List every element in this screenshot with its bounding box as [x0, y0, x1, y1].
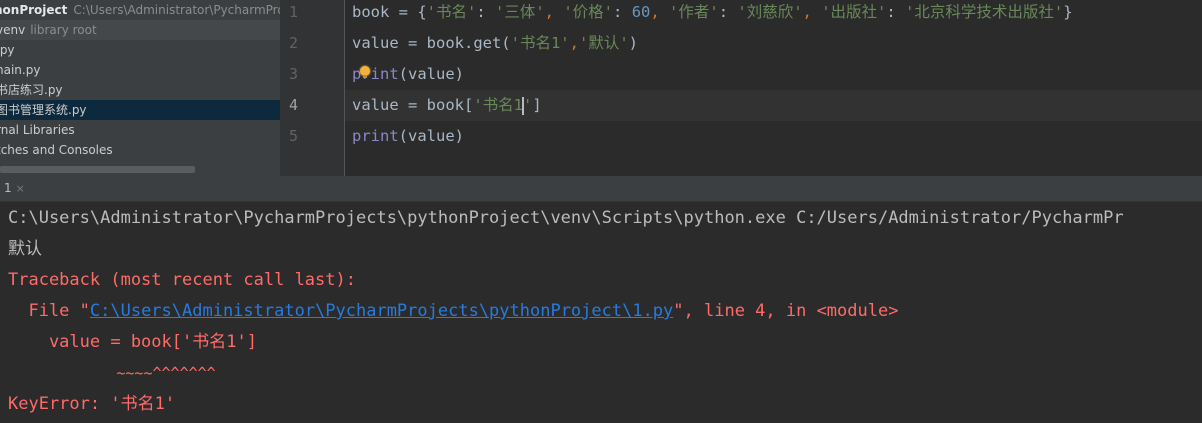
traceback-file-link[interactable]: C:\Users\Administrator\PycharmProjects\p… — [90, 301, 673, 321]
tree-item-file[interactable]: .py — [0, 40, 280, 60]
run-tab-bar: 1 × — [0, 176, 1202, 202]
tree-item-project-root[interactable]: honProject C:\Users\Administrator\Pycharm… — [0, 0, 280, 20]
lightbulb-icon[interactable] — [360, 66, 370, 78]
tree-item-external-libraries[interactable]: rnal Libraries — [0, 120, 280, 140]
tree-item-label: .py — [0, 43, 15, 57]
traceback-file-line: File "C:\Users\Administrator\PycharmProj… — [8, 296, 898, 327]
code-token: book — [352, 3, 390, 21]
console-command-line: C:\Users\Administrator\PycharmProjects\p… — [8, 208, 1124, 228]
code-token: (value) — [398, 127, 464, 145]
editor-gutter[interactable]: 1 2 3 4 5 — [280, 0, 344, 176]
code-line-3[interactable]: print(value) — [345, 59, 1202, 90]
code-token: '价格' — [563, 3, 614, 21]
code-token: print — [352, 65, 399, 83]
tree-item-label: rnal Libraries — [0, 123, 75, 137]
code-token: value = book.get( — [352, 34, 511, 52]
run-tab[interactable]: 1 × — [0, 176, 25, 201]
code-token: '北京科学技术出版社' — [905, 3, 1064, 21]
close-icon[interactable]: × — [16, 182, 25, 195]
traceback-code-line: value = book['书名1'] — [8, 332, 257, 352]
code-token: : — [886, 3, 906, 21]
tree-item-label: 书店练习.py — [0, 83, 63, 97]
code-line-4-current[interactable]: value = book['书名1'] — [345, 90, 1202, 121]
code-token: '出版社' — [821, 3, 887, 21]
line-number: 5 — [288, 127, 298, 145]
code-token: '三体' — [495, 3, 545, 21]
tree-item-file[interactable]: nain.py — [0, 60, 280, 80]
tree-item-file[interactable]: 书店练习.py — [0, 80, 280, 100]
code-token: ' — [523, 96, 533, 114]
code-line-2[interactable]: value = book.get('书名1','默认') — [345, 28, 1202, 59]
code-token: value = book[ — [352, 96, 474, 114]
line-number-current: 4 — [288, 96, 298, 114]
tree-item-label: 图书管理系统.py — [0, 103, 87, 117]
code-token: 60 — [631, 3, 651, 21]
tree-item-label: nain.py — [0, 63, 41, 77]
key-error-line: KeyError: '书名1' — [8, 394, 176, 414]
code-token: : — [613, 3, 632, 21]
code-token: '作者' — [669, 3, 719, 21]
code-token: ] — [532, 96, 542, 114]
code-token: } — [1063, 3, 1073, 21]
code-token: '书名' — [426, 3, 477, 21]
code-token: = { — [389, 3, 427, 21]
code-token: print — [352, 127, 399, 145]
code-token: , — [802, 3, 822, 21]
tree-item-label: tches and Consoles — [0, 143, 113, 157]
code-token: ) — [628, 34, 638, 52]
project-root-name: honProject — [0, 3, 68, 17]
tree-item-label: venv — [0, 23, 26, 37]
code-token: '默认' — [578, 34, 629, 52]
code-token: '刘慈欣' — [737, 3, 803, 21]
run-tab-label: 1 — [4, 181, 12, 195]
line-number: 1 — [288, 3, 298, 21]
traceback-header: Traceback (most recent call last): — [8, 270, 356, 290]
project-horizontal-scrollbar[interactable] — [0, 166, 195, 173]
console-output-line: 默认 — [8, 239, 42, 259]
code-editor[interactable]: book = {'书名': '三体', '价格': 60, '作者': '刘慈欣… — [345, 0, 1202, 176]
traceback-file-suffix: ", line 4, in <module> — [673, 301, 899, 321]
code-token: (value) — [398, 65, 464, 83]
code-token: : — [718, 3, 738, 21]
code-token: : — [476, 3, 495, 21]
tree-item-venv[interactable]: venv library root — [0, 20, 280, 40]
code-token: '书名1 — [473, 96, 523, 114]
code-line-5[interactable]: print(value) — [345, 121, 1202, 152]
project-root-path: C:\Users\Administrator\PycharmProj — [73, 3, 280, 17]
code-line-1[interactable]: book = {'书名': '三体', '价格': 60, '作者': '刘慈欣… — [345, 0, 1202, 28]
code-token: , — [650, 3, 670, 21]
library-root-label: library root — [30, 23, 97, 37]
line-number: 3 — [288, 65, 298, 83]
line-number: 2 — [288, 34, 298, 52]
traceback-caret-line: ~~~~^^^^^^^ — [8, 364, 216, 382]
code-token: '书名1' — [510, 34, 570, 52]
traceback-file-prefix: File " — [8, 301, 90, 321]
code-token: , — [544, 3, 564, 21]
tree-item-file-selected[interactable]: 图书管理系统.py — [0, 100, 280, 120]
project-panel: honProject C:\Users\Administrator\Pycharm… — [0, 0, 280, 176]
tree-item-scratches[interactable]: tches and Consoles — [0, 140, 280, 160]
run-console[interactable]: C:\Users\Administrator\PycharmProjects\p… — [0, 202, 1202, 423]
code-token: , — [569, 34, 579, 52]
